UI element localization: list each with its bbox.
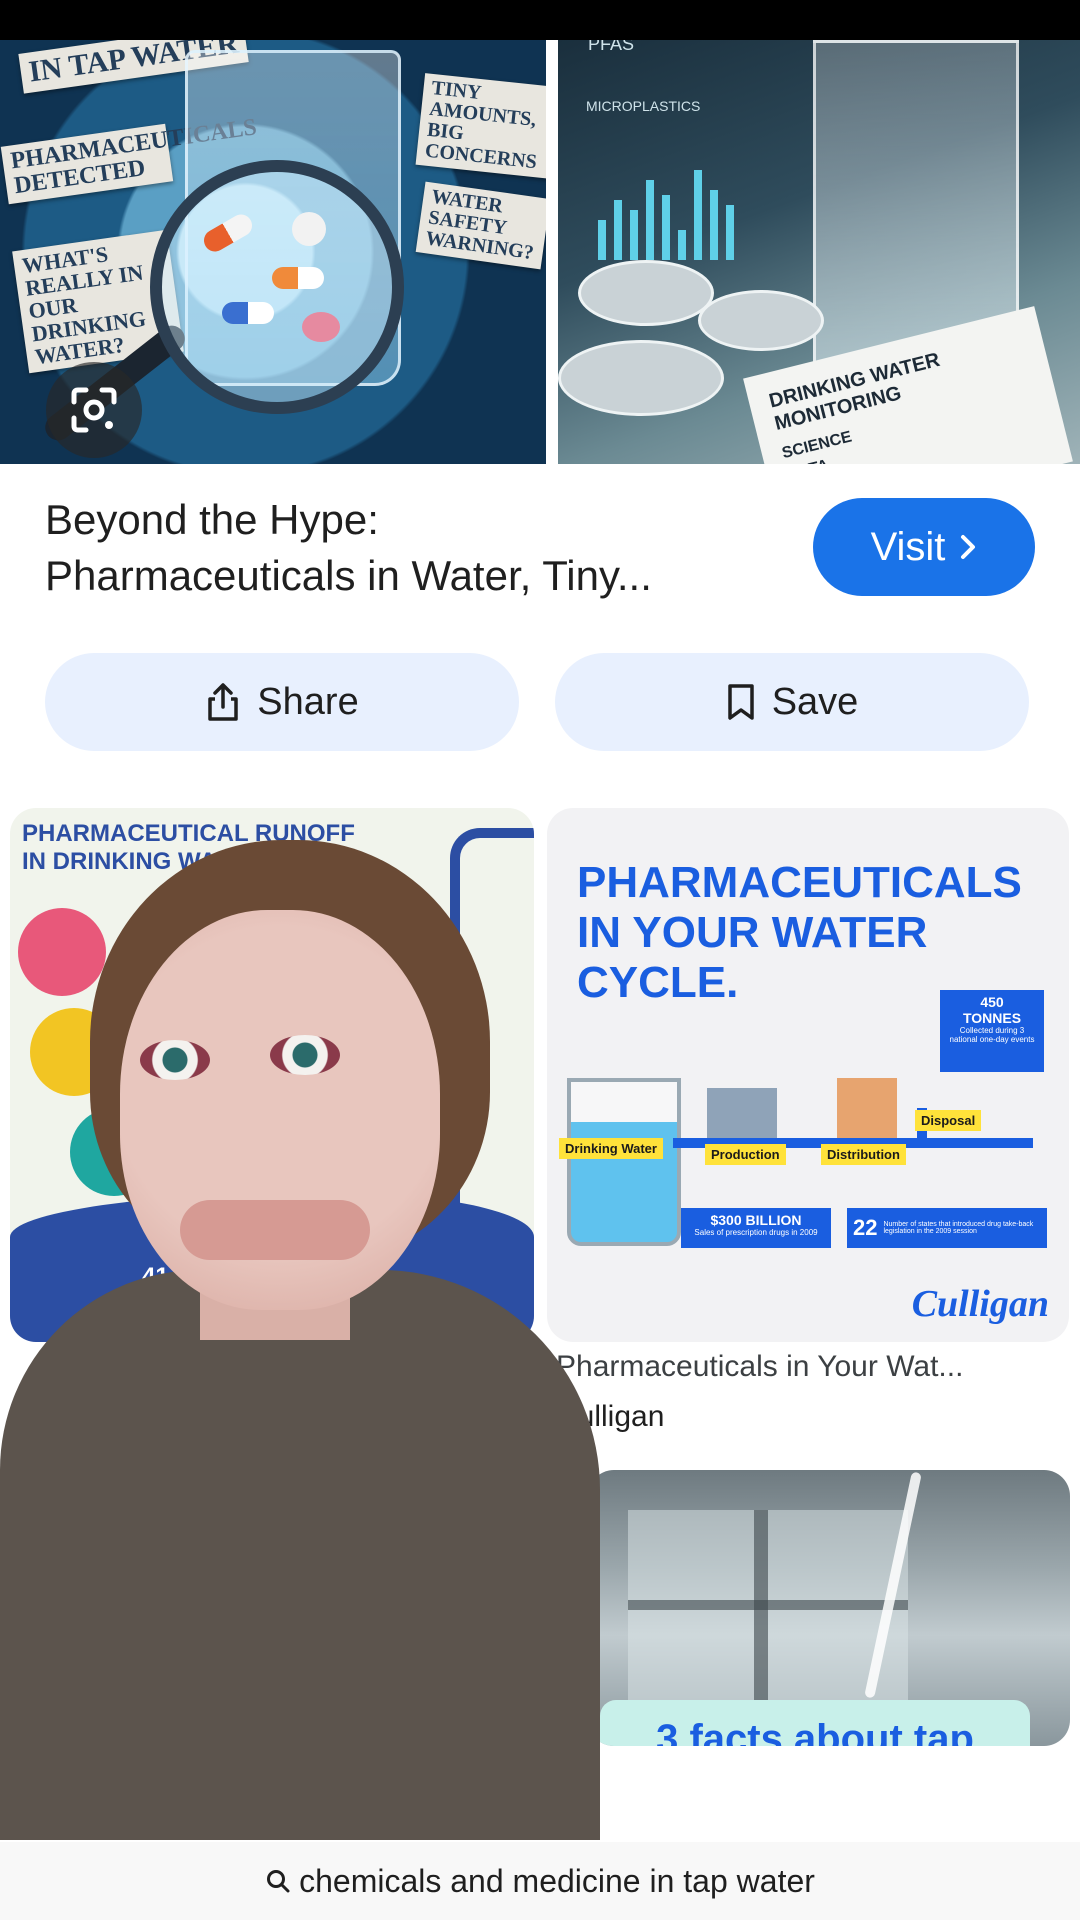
tonnes-value: 450	[980, 994, 1004, 1010]
grid-card-right[interactable]: PHARMACEUTICALS IN YOUR WATER CYCLE. 450…	[547, 808, 1069, 1342]
pill-blue	[222, 302, 274, 324]
bar-graphic	[598, 170, 734, 260]
pill-orange	[199, 210, 257, 256]
label-disposal: Disposal	[915, 1110, 982, 1131]
billion-value: $300 BILLION	[710, 1212, 802, 1228]
window-background	[628, 1510, 908, 1710]
google-lens-button[interactable]	[46, 362, 142, 458]
dish-microplastics	[558, 340, 724, 416]
share-button[interactable]: Share	[45, 653, 519, 751]
person-face	[120, 910, 440, 1310]
person-shirt	[0, 1270, 600, 1840]
tablet-pink	[302, 312, 340, 342]
person-eye-left	[140, 1040, 210, 1080]
right-card-caption[interactable]: Pharmaceuticals in Your Wat...	[556, 1350, 1056, 1384]
share-label: Share	[257, 680, 359, 723]
save-button[interactable]: Save	[555, 653, 1029, 751]
tonnes-unit: TONNES	[962, 1010, 1022, 1026]
save-label: Save	[771, 680, 859, 723]
people-graphic	[837, 1078, 897, 1138]
billion-note: Sales of prescription drugs in 2009	[694, 1228, 818, 1237]
result-image-right[interactable]: PFAS MICROPLASTICS DRINKING WATER MONITO…	[558, 40, 1080, 464]
person-eye-right	[270, 1035, 340, 1075]
grid-card-bottom[interactable]: 3 facts about tap	[588, 1470, 1070, 1746]
visit-button[interactable]: Visit	[813, 498, 1035, 596]
pill-orange-2	[272, 267, 324, 289]
status-bar	[0, 0, 1080, 40]
visit-label: Visit	[870, 524, 946, 569]
bookmark-icon	[727, 684, 754, 720]
states-value: 22	[853, 1215, 878, 1240]
facts-banner: 3 facts about tap	[600, 1700, 1030, 1746]
paper-safety: WATER SAFETY WARNING?	[415, 181, 546, 270]
share-icon	[208, 683, 239, 721]
result-title-line1: Beyond the Hype:	[45, 496, 379, 543]
tonnes-box: 450 TONNES Collected during 3 national o…	[940, 990, 1044, 1072]
states-box: 22 Number of states that introduced drug…	[847, 1208, 1047, 1248]
person-lips	[180, 1200, 370, 1260]
factory-graphic	[707, 1088, 777, 1138]
label-production: Production	[705, 1144, 786, 1165]
paper-tiny-amounts: TINY AMOUNTS, BIG CONCERNS	[415, 73, 546, 179]
dish-powder	[578, 260, 714, 326]
states-note: Number of states that introduced drug ta…	[883, 1221, 1034, 1235]
paper-detected: PHARMACEUTICALS DETECTED	[0, 114, 258, 205]
google-lens-icon	[71, 387, 117, 433]
tonnes-note: Collected during 3 national one-day even…	[949, 1026, 1035, 1044]
label-microplastics: MICROPLASTICS	[586, 98, 701, 114]
video-overlay-person	[0, 840, 600, 1840]
dish-pills	[698, 290, 824, 351]
tablet-white	[292, 212, 326, 246]
magnifier-lens	[150, 160, 404, 414]
result-title[interactable]: Beyond the Hype: Pharmaceuticals in Wate…	[45, 492, 745, 604]
culligan-logo: Culligan	[911, 1283, 1049, 1325]
label-pfas: PFAS	[588, 40, 635, 54]
label-distribution: Distribution	[821, 1144, 906, 1165]
result-image-left[interactable]: IN TAP WATER PHARMACEUTICALS DETECTED WH…	[0, 40, 546, 464]
search-icon	[267, 1870, 290, 1893]
infographic-headline: PHARMACEUTICALS IN YOUR WATER CYCLE.	[577, 858, 1022, 1007]
search-query-bar[interactable]: chemicals and medicine in tap water	[0, 1842, 1080, 1920]
search-query-text: chemicals and medicine in tap water	[299, 1862, 815, 1899]
chevron-right-icon	[961, 535, 976, 559]
result-title-line2: Pharmaceuticals in Water, Tiny...	[45, 552, 652, 599]
billion-box: $300 BILLION Sales of prescription drugs…	[681, 1208, 831, 1248]
